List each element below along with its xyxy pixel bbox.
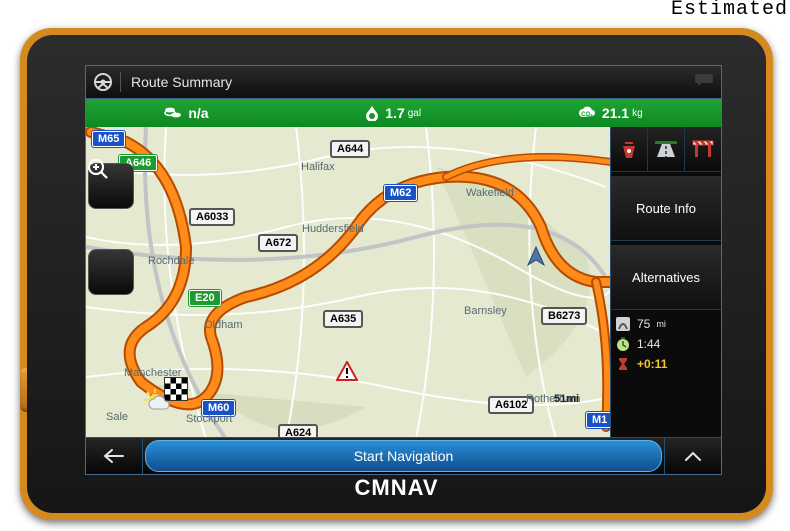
warning-triangle-icon xyxy=(336,361,358,381)
route-length-overlay: 51mi xyxy=(554,393,579,405)
magnifier-minus-icon xyxy=(86,157,110,181)
zoom-out-button[interactable] xyxy=(88,249,134,295)
brand-label: CMNAV xyxy=(27,475,766,501)
shield-e20: E20 xyxy=(189,290,221,306)
route-summary-bar: n/a 1.7gal CO₂ 21.1kg xyxy=(86,99,721,127)
device-bezel: CMNAV Route Summary xyxy=(20,28,773,520)
speech-bubble-icon[interactable] xyxy=(687,72,721,93)
shield-a6033: A6033 xyxy=(190,209,234,225)
cropped-caption: Estimated xyxy=(671,0,788,21)
clock-icon xyxy=(615,336,631,352)
city-oldham: Oldham xyxy=(204,319,243,331)
shield-b6273: B6273 xyxy=(542,308,586,324)
route-info-button[interactable]: Route Info xyxy=(611,176,721,241)
shield-m1: M1 xyxy=(586,412,610,428)
arrow-left-icon xyxy=(103,448,125,464)
map-canvas[interactable]: M65 M62 M60 M1 A646 E20 A644 A6033 A672 … xyxy=(86,127,610,439)
svg-text:CO₂: CO₂ xyxy=(581,112,593,118)
page-title: Route Summary xyxy=(121,74,242,90)
side-panel: Route Info Alternatives 75mi 1:44 xyxy=(610,127,721,439)
shield-a644: A644 xyxy=(331,141,369,157)
route-stats: 75mi 1:44 +0:11 xyxy=(611,310,721,374)
traffic-icon-button[interactable] xyxy=(611,127,648,171)
distance-icon xyxy=(615,316,631,332)
city-stockport: Stockport xyxy=(186,413,232,425)
steering-wheel-icon[interactable] xyxy=(86,72,120,92)
motorway-icon-button[interactable] xyxy=(648,127,685,171)
coins-icon xyxy=(164,105,182,121)
city-huddersfield: Huddersfield xyxy=(302,223,364,235)
shield-m62: M62 xyxy=(384,185,417,201)
alternatives-button[interactable]: Alternatives xyxy=(611,245,721,310)
expand-button[interactable] xyxy=(664,438,721,474)
bottom-bar: Start Navigation xyxy=(86,437,721,474)
shield-a672: A672 xyxy=(259,235,297,251)
toll-cost: n/a xyxy=(164,105,208,121)
co2-icon: CO₂ xyxy=(578,106,596,120)
city-sale: Sale xyxy=(106,411,128,423)
chevron-up-icon xyxy=(684,450,702,462)
city-wakefield: Wakefield xyxy=(466,187,514,199)
fuel-usage: 1.7gal xyxy=(365,105,421,121)
city-barnsley: Barnsley xyxy=(464,305,507,317)
fuel-drop-icon xyxy=(365,105,379,121)
city-rochdale: Rochdale xyxy=(148,255,194,267)
screen: Route Summary n/a 1.7gal xyxy=(85,65,722,475)
title-bar: Route Summary xyxy=(86,66,721,99)
city-halifax: Halifax xyxy=(301,161,335,173)
shield-m65: M65 xyxy=(92,131,125,147)
start-navigation-button[interactable]: Start Navigation xyxy=(145,440,662,472)
shield-a635: A635 xyxy=(324,311,362,327)
roadworks-icon-button[interactable] xyxy=(685,127,721,171)
co2-emission: CO₂ 21.1kg xyxy=(578,105,643,121)
hourglass-icon xyxy=(615,356,631,372)
back-button[interactable] xyxy=(86,438,143,474)
